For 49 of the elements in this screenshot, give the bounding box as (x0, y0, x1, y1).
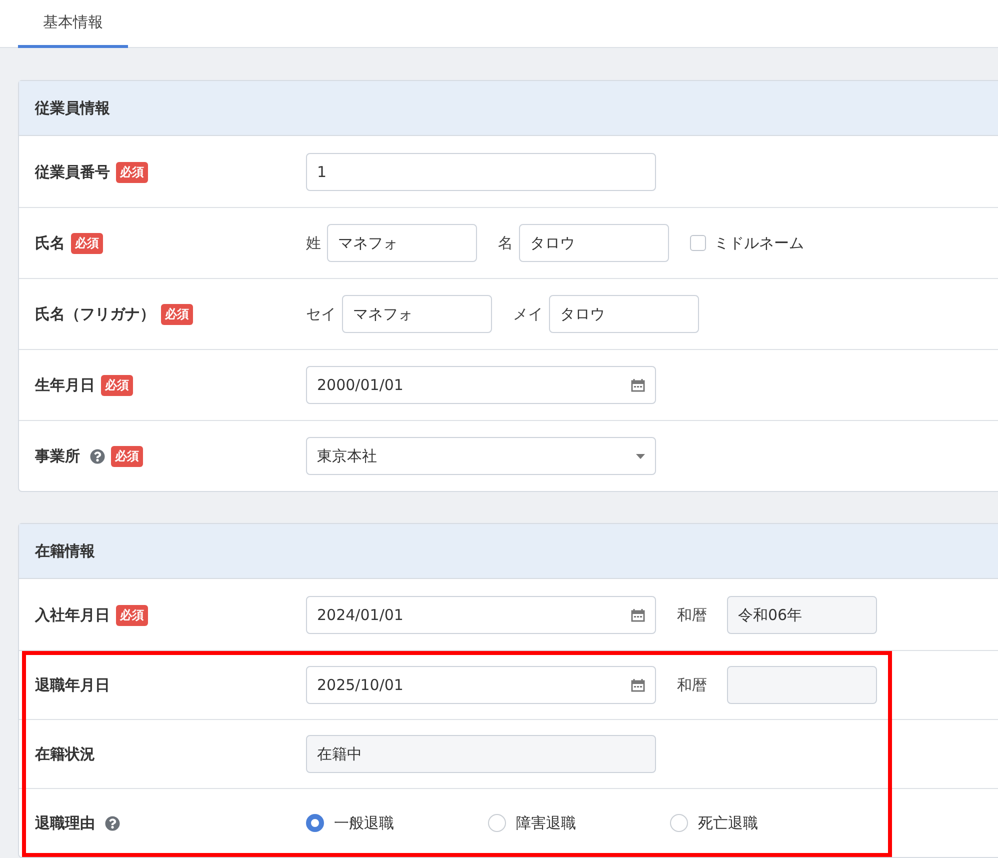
input-field[interactable]: 在籍中 (306, 735, 656, 773)
field-label: 氏名 (35, 234, 65, 252)
era-field: 令和06年 (727, 596, 877, 634)
calendar-icon[interactable] (631, 378, 645, 392)
name-prefix: 名 (498, 234, 513, 252)
required-tag: 必須 (71, 232, 103, 254)
field-label: 退職理由 (35, 814, 95, 832)
field-label: 入社年月日 (35, 606, 110, 624)
caret-icon (636, 454, 645, 458)
radio-button[interactable] (488, 814, 506, 832)
tab[interactable]: 基本情報 (18, 0, 128, 48)
field-label: 生年月日 (35, 376, 95, 394)
radio-option[interactable]: 死亡退職 (670, 814, 852, 832)
field-label: 氏名（フリガナ） (35, 304, 155, 324)
radio-option[interactable]: 障害退職 (488, 814, 670, 832)
required-tag: 必須 (116, 604, 148, 626)
radio-option[interactable]: 一般退職 (306, 814, 488, 832)
name-prefix: セイ (306, 304, 336, 324)
input-field[interactable]: タロウ (519, 224, 669, 262)
date-field[interactable]: 2025/10/01 (306, 666, 656, 704)
required-tag: 必須 (161, 304, 193, 324)
input-field[interactable]: マネフォ (327, 224, 477, 262)
input-field[interactable]: 1 (306, 153, 656, 191)
required-tag: 必須 (111, 446, 143, 466)
checkbox-option[interactable]: ミドルネーム (690, 234, 804, 252)
era-label: 和暦 (677, 606, 707, 624)
section-title: 在籍情報 (35, 542, 95, 560)
help-icon[interactable] (105, 816, 120, 830)
calendar-icon[interactable] (631, 608, 645, 622)
field-label: 従業員番号 (35, 162, 110, 182)
checkbox[interactable] (690, 235, 706, 251)
date-field[interactable]: 2024/01/01 (306, 596, 656, 634)
field-label: 退職年月日 (35, 676, 110, 694)
radio-button[interactable] (670, 814, 688, 832)
field-label: 事業所 (35, 446, 80, 466)
required-tag: 必須 (101, 374, 133, 396)
field-label: 在籍状況 (35, 744, 95, 764)
section-title: 従業員情報 (35, 98, 110, 118)
calendar-icon[interactable] (631, 678, 645, 692)
required-tag: 必須 (116, 162, 148, 182)
select-field[interactable]: 東京本社 (306, 437, 656, 475)
input-field[interactable]: タロウ (549, 295, 699, 333)
name-prefix: 姓 (306, 234, 321, 252)
input-field[interactable]: マネフォ (342, 295, 492, 333)
help-icon[interactable] (90, 448, 105, 464)
era-label: 和暦 (677, 676, 707, 694)
date-field[interactable]: 2000/01/01 (306, 366, 656, 404)
name-prefix: メイ (513, 304, 543, 324)
radio-button[interactable] (306, 814, 324, 832)
